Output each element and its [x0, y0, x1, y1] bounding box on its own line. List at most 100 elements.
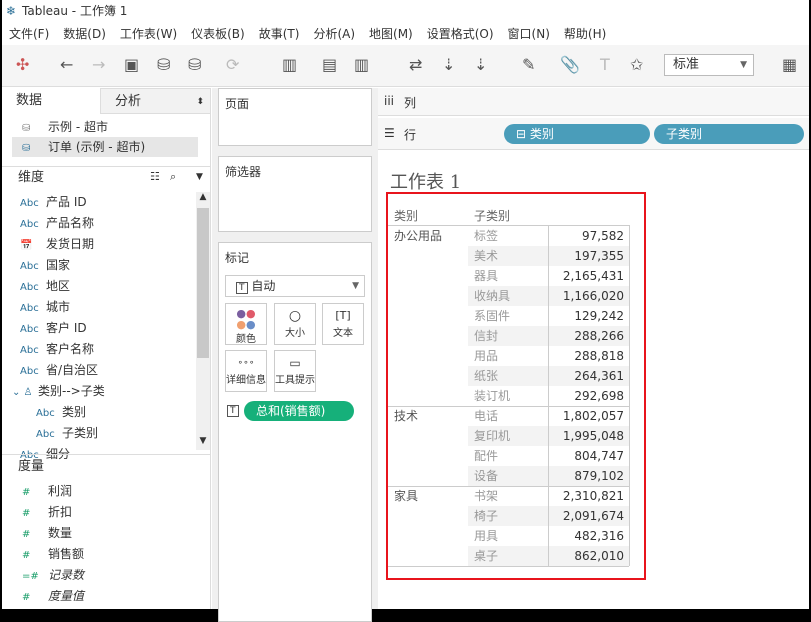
measure-field[interactable]: # 销售额 [22, 544, 84, 564]
columns-shelf[interactable]: iii 列 [378, 88, 809, 116]
scrollbar-thumb[interactable] [197, 208, 209, 358]
dimension-field[interactable]: Abc 国家 [20, 255, 70, 275]
menu-item[interactable]: 仪表板(B) [184, 24, 252, 44]
datasource-item[interactable]: ⛁ 示例 - 超市 [22, 117, 108, 137]
measure-field[interactable]: # 数量 [22, 523, 72, 543]
datasource-label: 示例 - 超市 [48, 120, 108, 134]
swap-icon[interactable]: ⇄ [409, 55, 422, 74]
menu-item[interactable]: 帮助(H) [557, 24, 613, 44]
measure-field[interactable]: # 度量值 [22, 586, 84, 606]
dimension-field[interactable]: Abc 客户 ID [20, 318, 87, 338]
string-type-icon: Abc [20, 303, 39, 314]
measure-field[interactable]: # 利润 [22, 481, 72, 501]
scroll-up-icon[interactable]: ▲ [196, 192, 210, 206]
menu-item[interactable]: 窗口(N) [501, 24, 557, 44]
field-label: 类别-->子类 [38, 384, 105, 398]
highlight-icon[interactable]: ✎ [522, 55, 535, 74]
text-mark-icon: T [236, 282, 248, 294]
scroll-down-icon[interactable]: ▼ [196, 436, 210, 450]
pages-shelf[interactable]: 页面 [218, 88, 372, 146]
toolbar: ✣ ← → ▣ ⛁ ⛁ ⟳ ▥ ▤ ▥ ⇄ ⇣ ⇣ ✎ 📎 T ✩ 标准 ▼ ▦ [2, 45, 809, 87]
field-label: 度量值 [48, 589, 85, 603]
datasource-item-active[interactable]: ⛁ 订单 (示例 - 超市) [12, 137, 198, 157]
menu-item[interactable]: 分析(A) [306, 24, 362, 44]
save-icon[interactable]: ▣ [124, 55, 139, 74]
new-worksheet-icon[interactable]: ▥ [282, 55, 297, 74]
detail-button[interactable]: ∘∘∘ 详细信息 [225, 350, 267, 392]
menu-item[interactable]: 设置格式(O) [420, 24, 501, 44]
text-button[interactable]: [T] 文本 [322, 303, 364, 345]
field-label: 产品名称 [46, 216, 95, 230]
measure-field[interactable]: # 折扣 [22, 502, 72, 522]
row-pill-subcategory[interactable]: 子类别 [654, 124, 804, 144]
dimension-field[interactable]: 📅 发货日期 [20, 234, 94, 254]
filters-shelf[interactable]: 筛选器 [218, 156, 372, 232]
refresh-icon[interactable]: ⟳ [226, 55, 239, 74]
menu-item[interactable]: 工作表(W) [113, 24, 184, 44]
field-label: 类别 [62, 405, 87, 419]
redo-icon[interactable]: → [92, 55, 105, 74]
scrollbar[interactable]: ▲ ▼ [196, 192, 210, 450]
sort-descending-icon[interactable]: ⇣ [474, 55, 487, 74]
duplicate-sheet-icon[interactable]: ▤ [322, 55, 337, 74]
row-pill-category[interactable]: ⊟ 类别 [504, 124, 650, 144]
chevron-down-icon[interactable]: ▼ [196, 172, 203, 182]
menu-item[interactable]: 故事(T) [252, 24, 307, 44]
tab-analysis[interactable]: 分析 ⬍ [100, 88, 211, 114]
group-icon[interactable]: 📎 [560, 55, 580, 74]
labels-icon[interactable]: T [600, 55, 610, 74]
dimension-field[interactable]: Abc 客户名称 [20, 339, 94, 359]
hierarchy-icon: ⌄ ♙ [12, 387, 33, 398]
list-view-icon[interactable]: ☷ [150, 170, 160, 183]
fit-select[interactable]: 标准 ▼ [664, 54, 754, 76]
detail-icon: ∘∘∘ [237, 358, 255, 368]
menu-item[interactable]: 文件(F) [2, 24, 56, 44]
tab-data[interactable]: 数据 [2, 88, 100, 114]
size-button[interactable]: ○ 大小 [274, 303, 316, 345]
detail-label: 详细信息 [226, 375, 266, 386]
dimension-field[interactable]: Abc 子类别 [36, 423, 98, 443]
string-type-icon: Abc [20, 282, 39, 293]
sheet-title: 工作表 1 [390, 172, 462, 193]
search-icon[interactable]: ⌕ [170, 170, 176, 184]
pause-updates-icon[interactable]: ⛁ [188, 55, 201, 74]
data-pane: 数据 分析 ⬍ ⛁ 示例 - 超市 ⛁ 订单 (示例 - 超市) 维度 ☷ ⌕ ▼ A… [2, 88, 211, 609]
pages-label: 页面 [225, 97, 250, 111]
mark-type-select[interactable]: T 自动 ▼ [225, 275, 365, 297]
undo-icon[interactable]: ← [60, 55, 73, 74]
field-label: 发货日期 [46, 237, 95, 251]
sort-ascending-icon[interactable]: ⇣ [442, 55, 455, 74]
menu-item[interactable]: 地图(M) [362, 24, 420, 44]
size-icon: ○ [288, 308, 302, 324]
color-button[interactable]: ●● ●● 颜色 [225, 303, 267, 345]
color-icon: ●● ●● [236, 307, 256, 331]
menu-item[interactable]: 数据(D) [56, 24, 113, 44]
text-icon: [T] [335, 309, 351, 322]
dimension-field[interactable]: Abc 类别 [36, 402, 86, 422]
tableau-window: ❄ Tableau - 工作簿 1 文件(F) 数据(D) 工作表(W) 仪表板(B)… [2, 0, 809, 622]
field-label: 销售额 [48, 547, 85, 561]
show-me-icon[interactable]: ▦ [782, 55, 797, 74]
tableau-home-icon[interactable]: ✣ [16, 55, 29, 74]
sum-sales-pill[interactable]: 总和(销售额) [244, 401, 354, 421]
tooltip-button[interactable]: ▭ 工具提示 [274, 350, 316, 392]
field-label: 省/自治区 [46, 363, 99, 377]
number-type-icon: # [22, 529, 31, 540]
new-datasource-icon[interactable]: ⛁ [157, 55, 170, 74]
rows-shelf[interactable]: ☰ 行 ⊟ 类别 子类别 [378, 118, 809, 150]
dimensions-header: 维度 [18, 170, 45, 185]
measure-field[interactable]: =# 记录数 [22, 565, 84, 585]
number-type-icon: # [22, 487, 31, 498]
string-type-icon: Abc [20, 219, 39, 230]
dimension-field[interactable]: ⌄ ♙ 类别-->子类 [12, 381, 105, 401]
dimension-field[interactable]: Abc 产品名称 [20, 213, 94, 233]
row-pill-label: 类别 [529, 127, 554, 141]
dimension-field[interactable]: Abc 产品 ID [20, 192, 87, 212]
dimension-field[interactable]: Abc 地区 [20, 276, 70, 296]
dimension-field[interactable]: Abc 城市 [20, 297, 70, 317]
number-type-icon: # [22, 508, 31, 519]
sort-arrows-icon: ⬍ [196, 97, 204, 107]
clear-sheet-icon[interactable]: ▥ [354, 55, 369, 74]
pin-icon[interactable]: ✩ [630, 55, 643, 74]
dimension-field[interactable]: Abc 省/自治区 [20, 360, 98, 380]
